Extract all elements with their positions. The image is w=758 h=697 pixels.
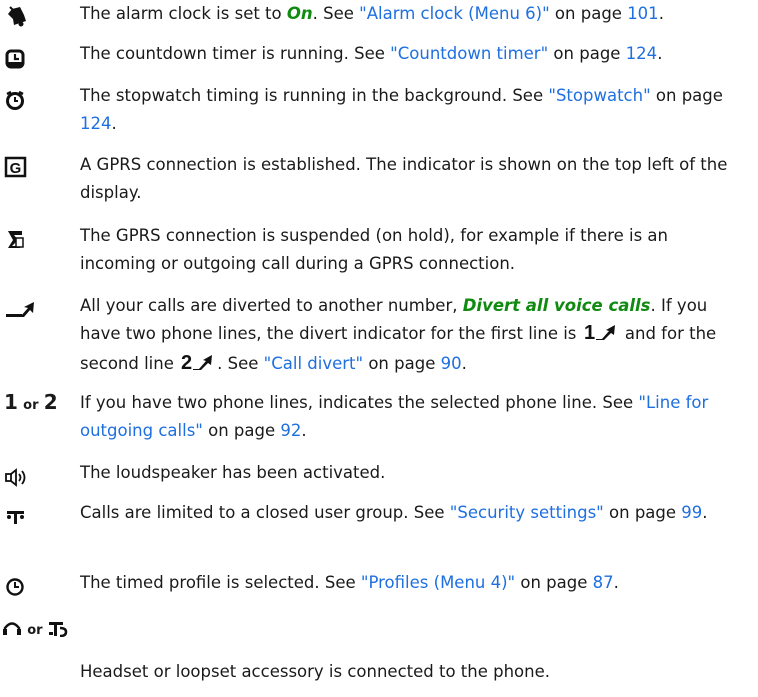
call-divert-link[interactable]: "Call divert" [264,354,363,373]
alarm-clock-link[interactable]: "Alarm clock (Menu 6)" [359,4,550,23]
svg-text:2: 2 [181,352,192,372]
profiles-link[interactable]: "Profiles (Menu 4)" [361,573,515,592]
svg-text:1: 1 [584,322,595,342]
timed-profile-description: The timed profile is selected. See "Prof… [80,573,619,592]
loudspeaker-icon [4,466,38,490]
countdown-timer-icon [4,47,38,71]
gprs-suspended-description: The GPRS connection is suspended (on hol… [80,226,669,273]
stopwatch-description: The stopwatch timing is running in the b… [80,86,723,133]
option-on: On [286,4,313,23]
countdown-description: The countdown timer is running. See "Cou… [80,44,663,63]
page-link[interactable]: 99 [681,503,702,522]
closed-user-group-description: Calls are limited to a closed user group… [80,503,708,522]
page-link[interactable]: 124 [626,44,658,63]
stopwatch-icon [4,89,38,113]
security-settings-link[interactable]: "Security settings" [450,503,604,522]
call-divert-description: All your calls are diverted to another n… [80,292,740,381]
alarm-bell-icon [4,5,38,29]
countdown-timer-link[interactable]: "Countdown timer" [390,44,548,63]
line-1-icon: 1 [4,390,18,414]
line-1-divert-icon: 1 [582,322,620,351]
loudspeaker-description: The loudspeaker has been activated. [80,463,386,482]
svg-text:G: G [10,160,22,177]
gprs-description: A GPRS connection is established. The in… [80,155,728,202]
timed-profile-icon [4,576,38,600]
call-divert-icon [4,300,38,324]
page-link[interactable]: 92 [280,421,301,440]
page-link[interactable]: 101 [627,4,659,23]
gprs-suspended-icon [4,228,38,252]
alarm-description: The alarm clock is set to On. See "Alarm… [80,4,664,23]
option-divert-all-voice-calls: Divert all voice calls [462,296,651,315]
line-indicator-icons: 1 or 2 [4,390,58,414]
phone-lines-description: If you have two phone lines, indicates t… [80,393,709,440]
closed-user-group-icon [4,506,38,530]
headset-icon [2,618,22,646]
page-link[interactable]: 124 [80,114,112,133]
page-link[interactable]: 87 [593,573,614,592]
headset-loopset-icons: or [2,615,70,643]
headset-description: Headset or loopset accessory is connecte… [80,662,551,681]
gprs-connected-icon: G [4,156,38,180]
line-2-icon: 2 [43,390,58,414]
loopset-icon [48,618,70,646]
line-2-divert-icon: 2 [179,352,217,381]
page-link[interactable]: 90 [441,354,462,373]
stopwatch-link[interactable]: "Stopwatch" [548,86,650,105]
